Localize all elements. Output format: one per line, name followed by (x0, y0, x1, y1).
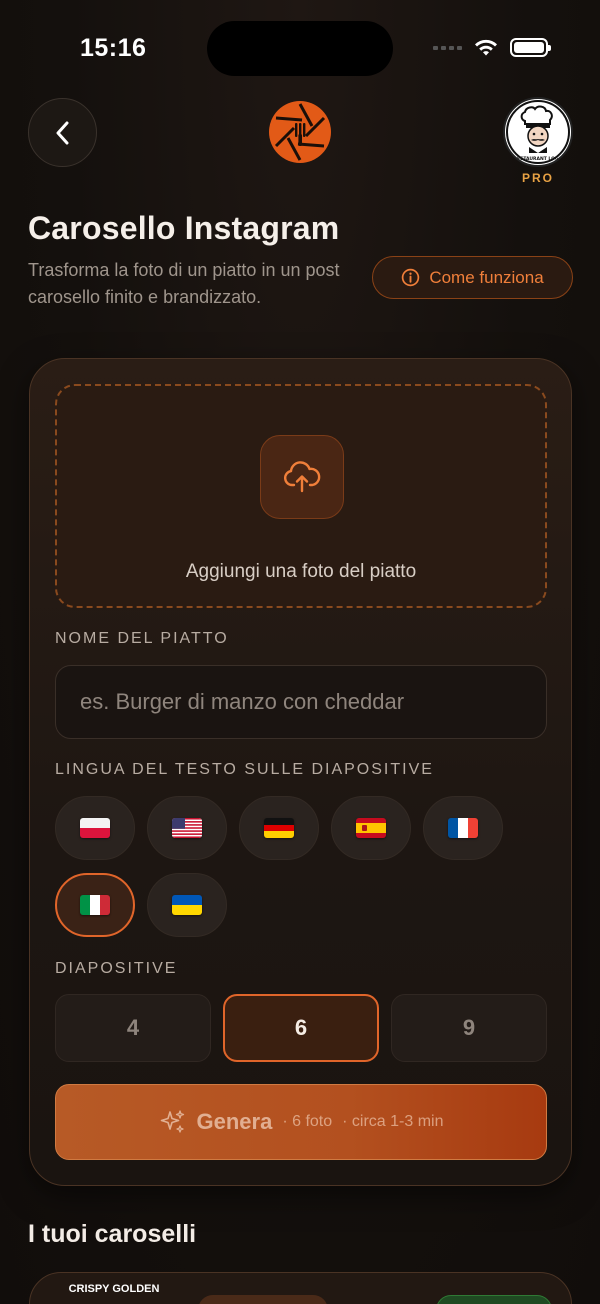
how-it-works-label: Come funziona (429, 267, 544, 287)
flag-poland-icon (80, 818, 110, 838)
app-logo-icon[interactable] (268, 100, 332, 164)
carousel-tag (198, 1295, 328, 1304)
upload-icon-container (260, 435, 344, 519)
page-title: Carosello Instagram (28, 210, 340, 246)
carousel-history-item[interactable]: CRISPY GOLDEN (29, 1272, 572, 1304)
carousel-status-badge (436, 1295, 552, 1304)
cloud-upload-icon (283, 461, 321, 493)
status-time: 15:16 (80, 34, 147, 62)
profile[interactable]: RESTAURANT LOGO PRO (503, 97, 573, 185)
language-option-fr[interactable] (423, 796, 503, 860)
language-option-de[interactable] (239, 796, 319, 860)
carousel-thumbnail-text: CRISPY GOLDEN (68, 1283, 160, 1295)
dish-name-label: NOME DEL PIATTO (55, 630, 229, 647)
photo-upload-area[interactable]: Aggiungi una foto del piatto (55, 384, 547, 608)
how-it-works-button[interactable]: Come funziona (372, 256, 573, 299)
battery-icon (510, 38, 551, 57)
flag-spain-icon (356, 818, 386, 838)
dish-name-input[interactable] (55, 665, 547, 739)
generate-label: Genera (196, 1109, 273, 1134)
flag-usa-icon (172, 818, 202, 838)
upload-label: Aggiungi una foto del piatto (185, 561, 417, 582)
flag-italy-icon (80, 895, 110, 915)
svg-text:RESTAURANT LOGO: RESTAURANT LOGO (514, 156, 563, 162)
language-option-it[interactable] (55, 873, 135, 937)
slides-option-4[interactable]: 4 (55, 994, 211, 1062)
language-option-ua[interactable] (147, 873, 227, 937)
status-icons (433, 38, 551, 57)
carousels-section-title: I tuoi caroselli (28, 1220, 197, 1248)
restaurant-logo-avatar[interactable]: RESTAURANT LOGO (503, 97, 573, 167)
wifi-icon (475, 39, 497, 55)
slides-option-9[interactable]: 9 (391, 994, 547, 1062)
language-option-us[interactable] (147, 796, 227, 860)
signal-icon (433, 45, 462, 50)
status-bar: 15:16 (0, 0, 600, 96)
generate-button[interactable]: Genera · 6 foto · circa 1-3 min (55, 1084, 547, 1160)
generate-photos: · 6 foto (282, 1113, 333, 1130)
flag-germany-icon (264, 818, 294, 838)
carousel-form-card: Aggiungi una foto del piatto NOME DEL PI… (29, 358, 572, 1186)
chevron-left-icon (56, 121, 68, 144)
language-option-pl[interactable] (55, 796, 135, 860)
slides-option-6[interactable]: 6 (223, 994, 379, 1062)
info-icon (402, 268, 420, 287)
chef-logo-icon: RESTAURANT LOGO (506, 100, 570, 164)
flag-france-icon (448, 818, 478, 838)
sparkles-icon (160, 1110, 184, 1133)
language-label: LINGUA DEL TESTO SULLE DIAPOSITIVE (55, 761, 434, 778)
slides-label: DIAPOSITIVE (55, 960, 178, 977)
flag-ukraine-icon (172, 895, 202, 915)
back-button[interactable] (28, 98, 97, 167)
dynamic-island (207, 21, 393, 76)
language-option-es[interactable] (331, 796, 411, 860)
pro-badge: PRO (521, 171, 554, 185)
page-subtitle: Trasforma la foto di un piatto in un pos… (28, 260, 340, 307)
generate-time: · circa 1-3 min (342, 1113, 444, 1130)
